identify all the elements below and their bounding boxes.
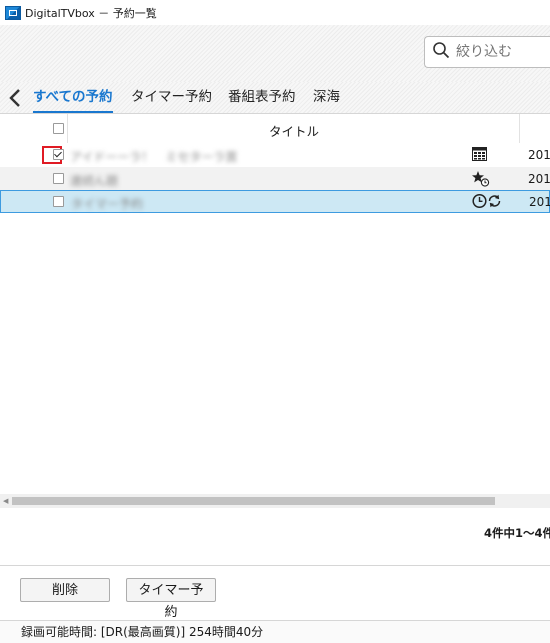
result-count: 4件中1～4件 — [484, 526, 550, 540]
status-bar: 録画可能時間: [DR(最高画質)] 254時間40分 — [0, 620, 550, 643]
column-header-title: タイトル — [269, 124, 320, 139]
back-button[interactable] — [8, 87, 24, 109]
row-date: 201 — [528, 172, 550, 186]
grid-header: タイトル — [0, 114, 550, 144]
column-divider — [519, 114, 520, 143]
tab-bar: すべての予約 タイマー予約 番組表予約 深海 — [0, 82, 550, 114]
chevron-left-icon — [8, 89, 22, 113]
table-row-selected[interactable]: タイマー予約 201 — [0, 190, 550, 213]
search-input[interactable] — [456, 44, 536, 60]
app-icon — [5, 5, 21, 20]
row-title: タイマー予約 — [71, 197, 144, 211]
search-icon — [425, 41, 456, 63]
row-checkbox[interactable] — [53, 149, 64, 160]
table-row[interactable]: アイドーーラ！ ミセターラ賞 201 — [0, 143, 550, 167]
row-checkbox[interactable] — [53, 196, 64, 207]
clock-repeat-icon — [472, 193, 502, 212]
timer-reservation-button[interactable]: タイマー予約 — [126, 578, 216, 620]
table-row[interactable]: 連続ん題 201 — [0, 167, 550, 191]
tab-shinkai[interactable]: 深海 — [313, 82, 340, 113]
grid-calendar-icon — [472, 147, 487, 164]
select-all-checkbox[interactable] — [53, 123, 64, 134]
column-divider — [67, 114, 68, 143]
scroll-left-icon[interactable]: ◀ — [3, 497, 8, 505]
row-title: アイドーーラ！ ミセターラ賞 — [70, 150, 238, 164]
row-date: 201 — [529, 195, 550, 209]
row-checkbox[interactable] — [53, 173, 64, 184]
reservation-grid: タイトル アイドーーラ！ ミセターラ賞 201 連続ん題 201 タイマー予約 … — [0, 114, 550, 508]
star-clock-icon — [472, 171, 490, 190]
search-box[interactable] — [424, 36, 550, 68]
row-title: 連続ん題 — [70, 174, 119, 188]
tab-epg-reservations[interactable]: 番組表予約 — [228, 82, 296, 113]
window-titlebar: DigitalTVbox － 予約一覧 — [0, 0, 550, 25]
tab-timer-reservations[interactable]: タイマー予約 — [131, 82, 212, 113]
divider — [0, 565, 550, 566]
scrollbar-thumb[interactable] — [12, 497, 495, 505]
window-title: DigitalTVbox － 予約一覧 — [25, 6, 157, 20]
horizontal-scrollbar[interactable]: ◀ — [0, 494, 550, 508]
row-date: 201 — [528, 148, 550, 162]
tab-all-reservations[interactable]: すべての予約 — [33, 82, 113, 113]
delete-button[interactable]: 削除 — [20, 578, 110, 602]
